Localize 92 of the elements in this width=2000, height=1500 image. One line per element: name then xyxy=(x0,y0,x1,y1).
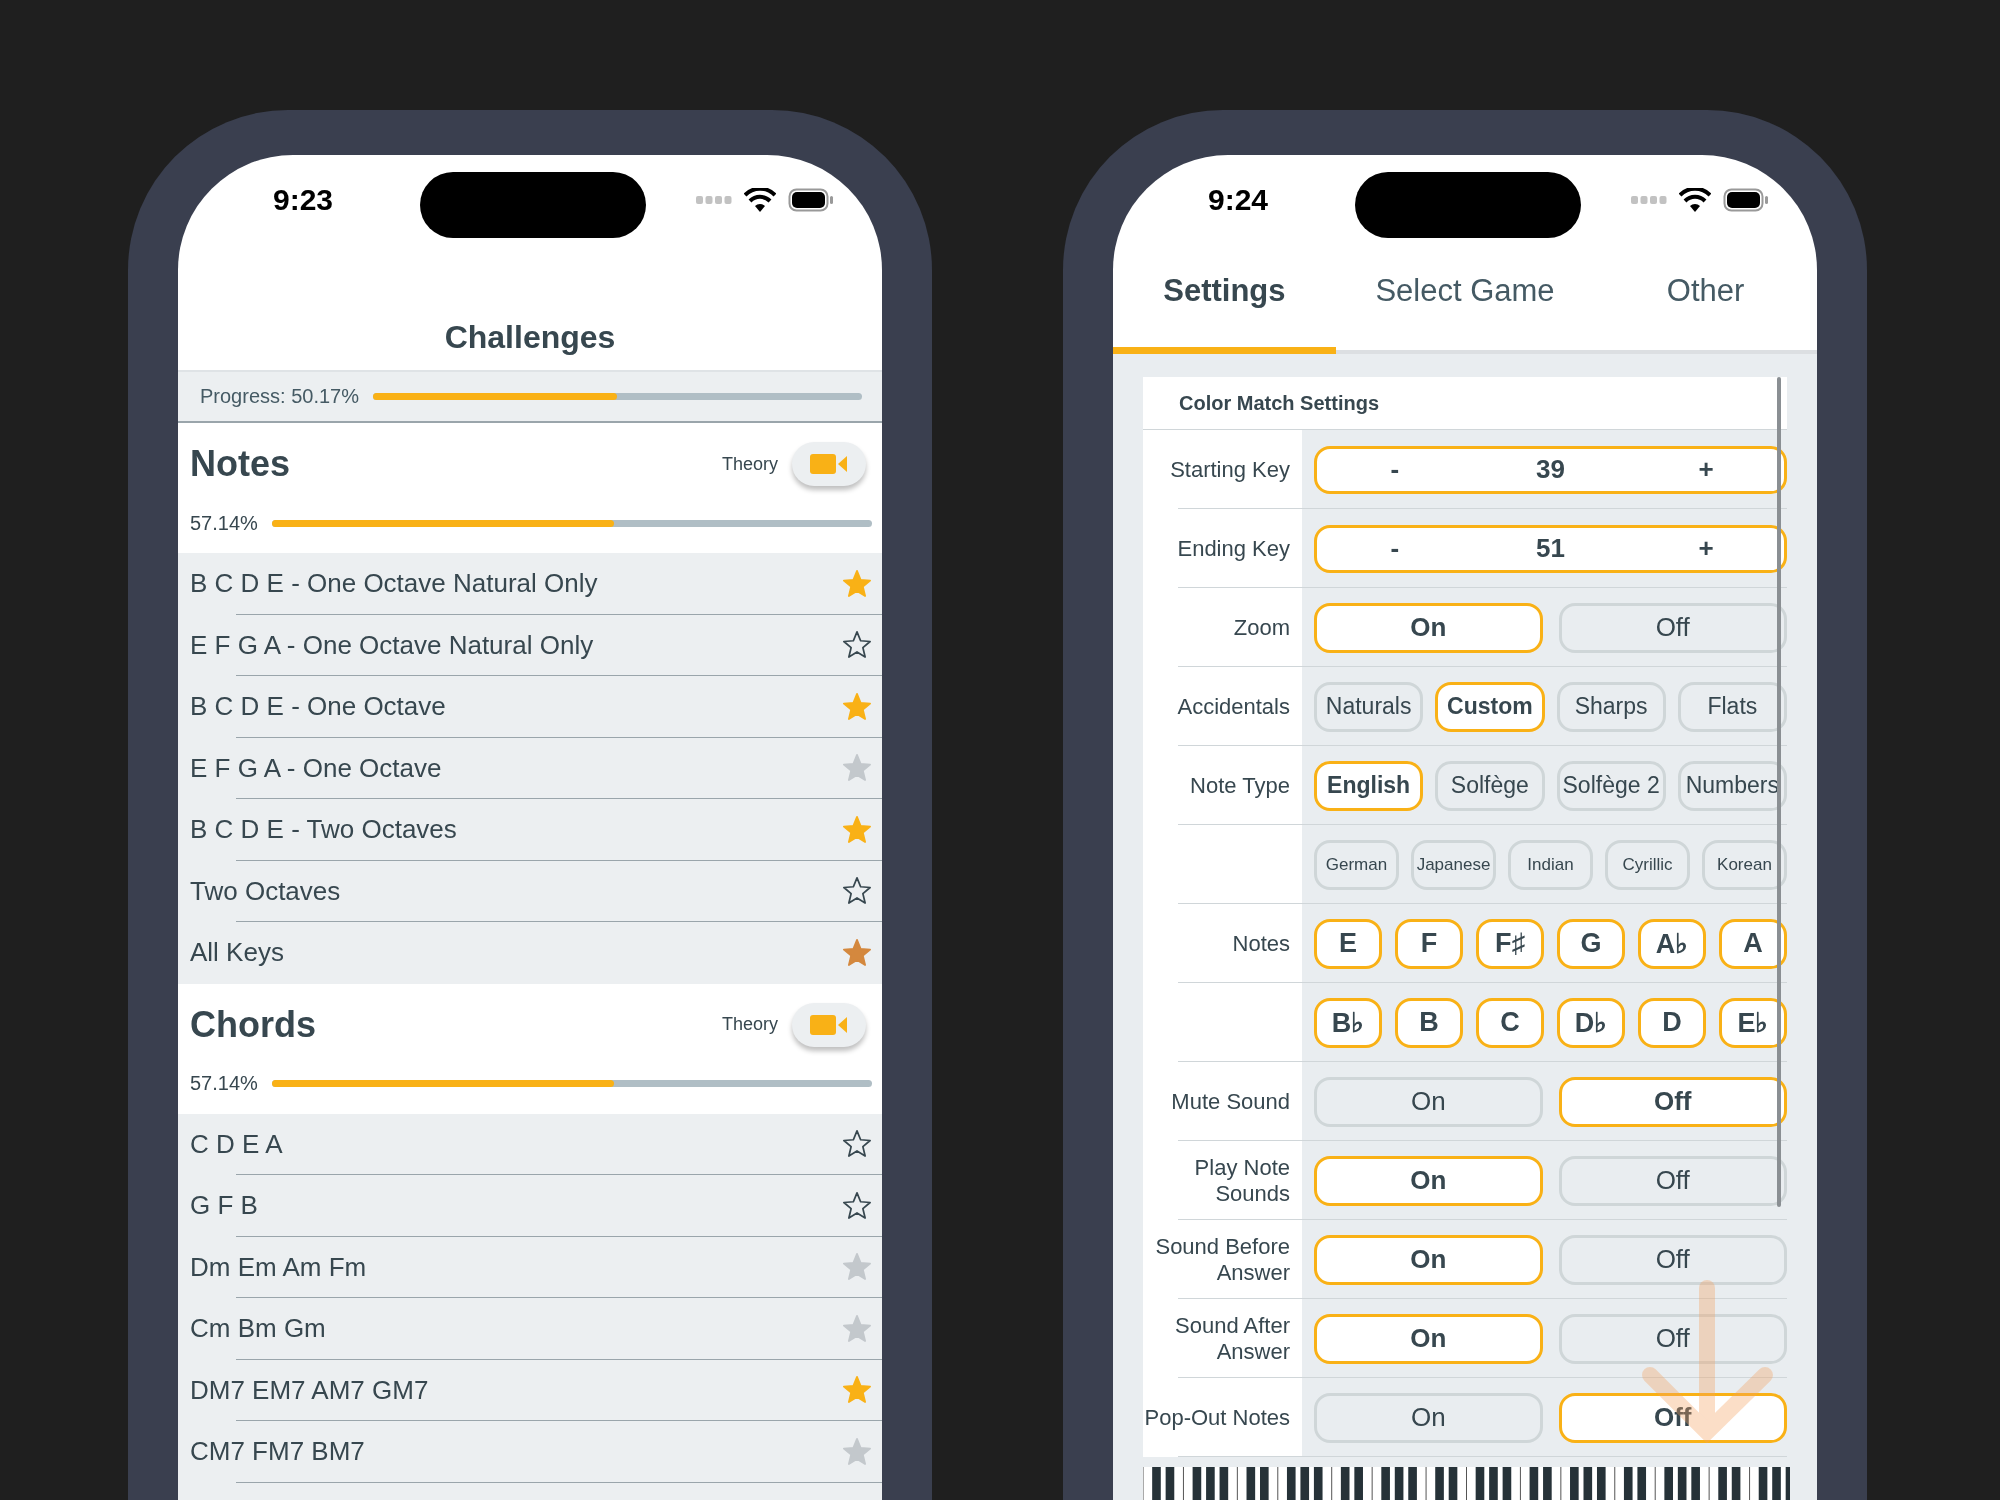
option-button[interactable]: E♭ xyxy=(1719,997,1787,1048)
setting-label: Notes xyxy=(1232,930,1290,957)
option-button[interactable]: On xyxy=(1314,1076,1543,1127)
option-button[interactable]: Off xyxy=(1558,1313,1787,1364)
option-button[interactable]: D xyxy=(1638,997,1706,1048)
section-percent: 57.14% xyxy=(190,1072,258,1095)
tab[interactable]: Other xyxy=(1594,245,1817,354)
option-button[interactable]: Sharps xyxy=(1556,681,1666,732)
signal-icon xyxy=(1631,196,1667,204)
challenge-row[interactable]: C D E A xyxy=(178,1113,882,1175)
option-button[interactable]: B♭ xyxy=(1314,997,1382,1048)
theory-label: Theory xyxy=(721,1014,778,1035)
wifi-icon xyxy=(744,188,776,212)
option-button[interactable]: Naturals xyxy=(1314,681,1424,732)
option-button[interactable]: F♯ xyxy=(1476,918,1544,969)
challenge-row[interactable]: Cm Bm Gm xyxy=(178,1298,882,1360)
challenge-row[interactable]: G F B xyxy=(178,1175,882,1237)
video-button[interactable] xyxy=(792,442,866,486)
status-time: 9:24 xyxy=(1208,183,1270,217)
option-button[interactable]: Solfège xyxy=(1435,760,1545,811)
wifi-icon xyxy=(1679,188,1711,212)
challenge-row[interactable]: B C D E - One Octave Natural Only xyxy=(178,553,882,615)
status-time: 9:23 xyxy=(273,183,335,217)
stepper-value: 39 xyxy=(1535,454,1566,485)
challenge-row[interactable]: B C D E - Two Octaves xyxy=(178,799,882,861)
option-button[interactable]: B xyxy=(1395,997,1463,1048)
setting-label: Ending Key xyxy=(1177,535,1290,562)
challenge-row[interactable]: Dm Em Am Fm xyxy=(178,1236,882,1298)
card-title: Color Match Settings xyxy=(1179,391,1379,415)
increment-button[interactable]: + xyxy=(1628,533,1784,564)
option-button[interactable]: English xyxy=(1314,760,1424,811)
screen-title: Challenges xyxy=(444,319,616,356)
challenge-row[interactable]: E F G A - One Octave xyxy=(178,737,882,799)
challenge-row[interactable]: All Keys xyxy=(178,922,882,984)
decrement-button[interactable]: - xyxy=(1317,454,1473,485)
option-button[interactable]: Off xyxy=(1558,1155,1787,1206)
video-camera-icon xyxy=(810,1012,848,1037)
signal-icon xyxy=(696,196,732,204)
number-stepper[interactable]: - 39 + xyxy=(1314,445,1787,494)
option-button[interactable]: Off xyxy=(1558,1076,1787,1127)
option-button[interactable]: D♭ xyxy=(1557,997,1625,1048)
setting-label: Sound After Answer xyxy=(1174,1313,1290,1364)
option-button[interactable]: Off xyxy=(1558,1392,1787,1443)
option-button[interactable]: Japanese xyxy=(1411,839,1496,890)
challenge-row[interactable]: Two Octaves xyxy=(178,860,882,922)
option-button[interactable]: Cyrillic xyxy=(1605,839,1690,890)
setting-label: Pop-Out Notes xyxy=(1144,1404,1290,1431)
option-button[interactable]: On xyxy=(1314,1155,1543,1206)
option-button[interactable]: On xyxy=(1314,602,1543,653)
option-button[interactable]: E xyxy=(1314,918,1382,969)
option-button[interactable]: Off xyxy=(1558,602,1787,653)
section-title: Chords xyxy=(190,1003,316,1046)
challenge-row[interactable]: CM7 FM7 BM7 xyxy=(178,1421,882,1483)
option-button[interactable]: C xyxy=(1476,997,1544,1048)
option-button[interactable]: German xyxy=(1314,839,1399,890)
option-button[interactable]: On xyxy=(1314,1313,1543,1364)
tab[interactable]: Select Game xyxy=(1335,245,1595,354)
option-button[interactable]: Indian xyxy=(1508,839,1593,890)
option-button[interactable]: F xyxy=(1395,918,1463,969)
setting-label: Mute Sound xyxy=(1171,1088,1290,1115)
option-button[interactable]: Off xyxy=(1558,1234,1787,1285)
setting-label: Zoom xyxy=(1233,614,1290,641)
battery-icon xyxy=(1723,188,1769,212)
option-button[interactable]: On xyxy=(1314,1392,1543,1443)
section-percent: 57.14% xyxy=(190,511,258,535)
challenge-row[interactable]: DM7 EM7 AM7 GM7 xyxy=(178,1359,882,1421)
option-button[interactable]: Numbers xyxy=(1677,760,1787,811)
battery-icon xyxy=(788,188,834,212)
option-button[interactable]: G xyxy=(1557,918,1625,969)
option-button[interactable]: Korean xyxy=(1702,839,1787,890)
challenge-row[interactable]: E F G A - One Octave Natural Only xyxy=(178,614,882,676)
setting-label: Starting Key xyxy=(1170,456,1290,483)
option-button[interactable]: On xyxy=(1314,1234,1543,1285)
stepper-value: 51 xyxy=(1535,533,1566,564)
setting-label: Sound Before Answer xyxy=(1154,1234,1290,1285)
setting-label: Note Type xyxy=(1190,772,1290,799)
challenge-row[interactable]: B C D E - One Octave xyxy=(178,676,882,738)
option-button[interactable]: Custom xyxy=(1435,681,1545,732)
setting-label: Accidentals xyxy=(1177,693,1290,720)
section-title: Notes xyxy=(190,443,291,485)
number-stepper[interactable]: - 51 + xyxy=(1314,524,1787,573)
setting-label: Play Note Sounds xyxy=(1193,1155,1290,1206)
theory-label: Theory xyxy=(721,453,778,475)
decrement-button[interactable]: - xyxy=(1317,533,1473,564)
option-button[interactable]: Solfège 2 xyxy=(1556,760,1666,811)
option-button[interactable]: A xyxy=(1719,918,1787,969)
option-button[interactable]: Flats xyxy=(1677,681,1787,732)
increment-button[interactable]: + xyxy=(1628,454,1784,485)
video-camera-icon xyxy=(810,452,848,476)
video-button[interactable] xyxy=(792,1002,866,1047)
progress-label: Progress: 50.17% xyxy=(200,385,359,408)
option-button[interactable]: A♭ xyxy=(1638,918,1706,969)
